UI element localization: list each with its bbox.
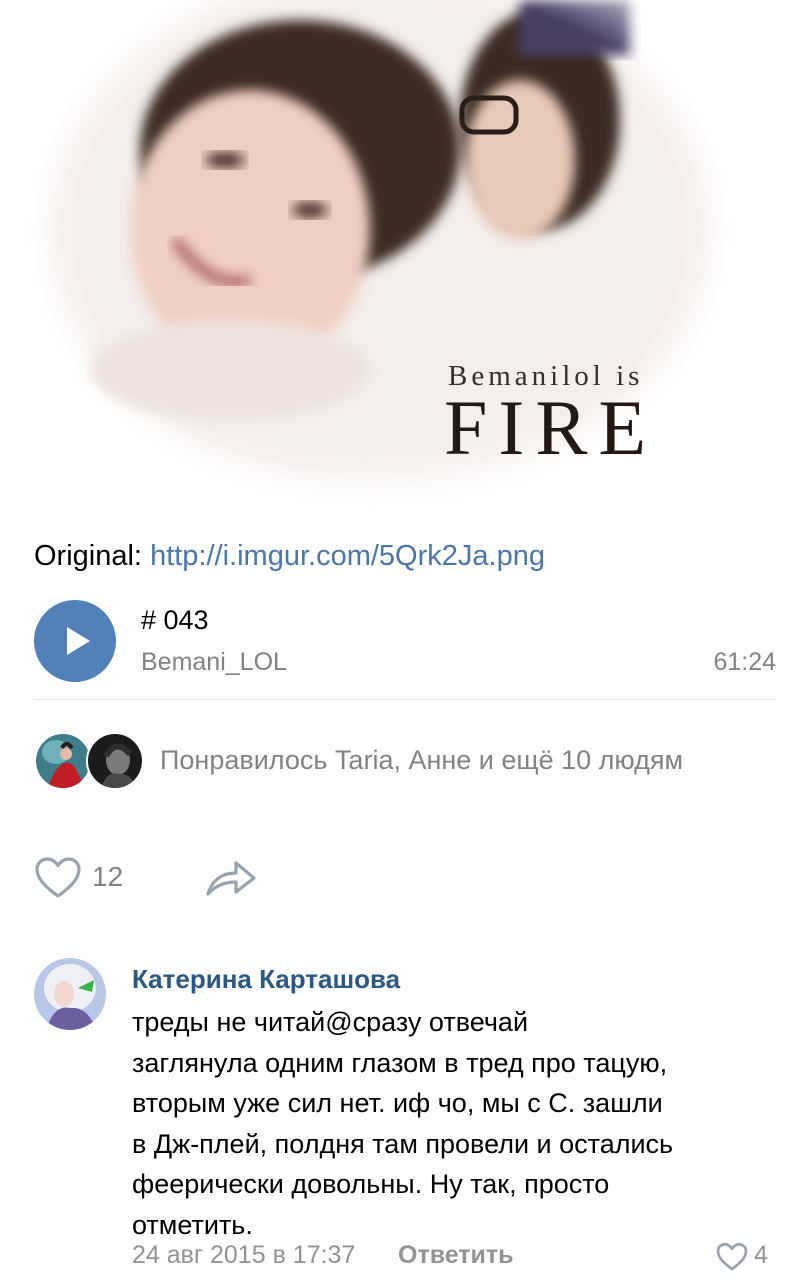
comment-text-line: треды не читай@сразу отвечай <box>132 1007 529 1037</box>
likes-text[interactable]: Понравилось Taria, Анне и ещё 10 людям <box>160 745 683 776</box>
track-title: # 043 <box>141 605 209 635</box>
cover-illustration <box>0 0 808 520</box>
comment: Катерина Карташова треды не читай@сразу … <box>34 958 776 1278</box>
comment-text-line: отметить. <box>132 1209 253 1240</box>
like-button[interactable]: 12 <box>34 852 144 902</box>
post-cover-image[interactable]: Bemanilol is FIRE <box>0 0 808 520</box>
audio-attachment[interactable]: # 043 Bemani_LOL 61:24 <box>34 600 776 684</box>
avatar-image <box>36 734 90 788</box>
avatar-image <box>34 958 106 1030</box>
heart-icon <box>35 857 81 898</box>
liker-avatar[interactable] <box>34 732 92 790</box>
share-button[interactable] <box>204 856 258 900</box>
cover-caption-big: FIRE <box>444 384 658 471</box>
comment-like-count: 4 <box>754 1241 768 1269</box>
comment-text-line: в Дж-плей, полдня там провели и остались <box>132 1128 674 1159</box>
post-actions: 12 <box>34 852 334 904</box>
original-label: Original: <box>34 540 142 572</box>
heart-icon <box>716 1243 748 1271</box>
track-duration: 61:24 <box>713 648 776 676</box>
share-arrow-icon <box>206 861 256 896</box>
play-button[interactable] <box>34 600 116 682</box>
reply-button[interactable]: Ответить <box>398 1241 514 1270</box>
play-icon <box>67 627 90 655</box>
original-link[interactable]: http://i.imgur.com/5Qrk2Ja.png <box>150 540 545 572</box>
comment-author-name[interactable]: Катерина Карташова <box>132 964 400 995</box>
post-text: Original: http://i.imgur.com/5Qrk2Ja.png <box>34 538 545 574</box>
comment-date[interactable]: 24 авг 2015 в 17:37 <box>132 1241 355 1270</box>
comment-text-line: феерически довольны. Ну так, просто <box>132 1169 610 1199</box>
divider <box>34 699 776 700</box>
track-artist[interactable]: Bemani_LOL <box>141 648 287 677</box>
comment-text: треды не читай@сразу отвечай заглянула од… <box>132 1002 772 1245</box>
comment-like-button[interactable]: 4 <box>716 1240 776 1274</box>
avatar-image <box>88 734 142 788</box>
comment-text-line: вторым уже сил нет. иф чо, мы с С. зашли <box>132 1088 663 1118</box>
comment-author-avatar[interactable] <box>34 958 106 1030</box>
liker-avatar[interactable] <box>86 732 144 790</box>
like-count: 12 <box>92 861 124 892</box>
comment-text-line: заглянула одним глазом в тред про тацую, <box>132 1047 668 1078</box>
likes-summary[interactable]: Понравилось Taria, Анне и ещё 10 людям <box>34 732 776 792</box>
